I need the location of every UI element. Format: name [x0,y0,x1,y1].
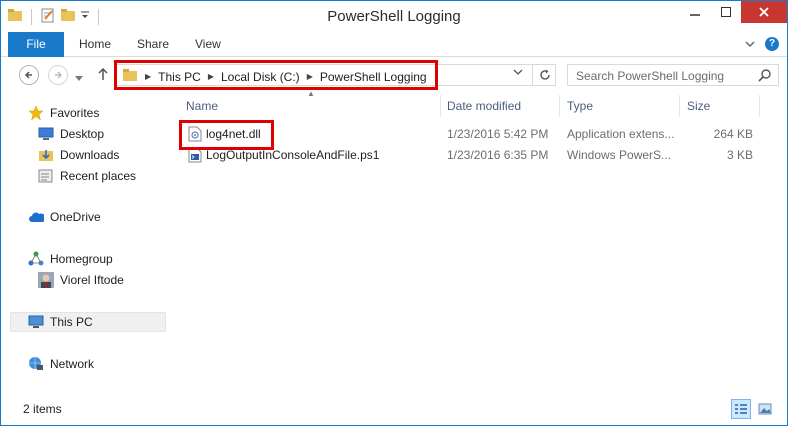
sidebar-item-label: OneDrive [50,210,101,224]
view-toggle [731,399,775,419]
column-header-size[interactable]: Size [687,97,710,119]
refresh-icon [539,69,550,80]
address-dropdown-icon[interactable] [513,68,523,78]
file-size: 3 KB [726,148,753,162]
column-header-date[interactable]: Date modified [447,97,521,119]
sidebar-item-user[interactable]: Viorel Iftode [38,270,124,290]
homegroup-icon [28,251,44,267]
desktop-icon [38,126,54,142]
tab-file[interactable]: File [8,32,64,57]
tab-share[interactable]: Share [137,32,169,57]
forward-arrow-icon [55,71,63,79]
address-highlight-box [114,60,438,90]
search-box[interactable]: Search PowerShell Logging [567,64,779,86]
search-icon[interactable] [758,68,772,85]
network-icon [28,356,44,372]
close-button[interactable] [741,1,787,23]
sidebar-item-this-pc[interactable]: This PC [10,312,166,332]
sidebar-item-label: Network [50,357,95,371]
column-header-name[interactable]: Name [186,97,218,119]
tab-home[interactable]: Home [79,32,111,57]
sidebar-item-label: Favorites [50,106,100,120]
sidebar-item-desktop[interactable]: Desktop [38,124,104,144]
sidebar-item-favorites[interactable]: Favorites [28,103,99,123]
column-divider[interactable] [679,95,680,117]
sidebar-item-label: Recent places [60,169,137,183]
forward-button[interactable] [48,65,68,85]
column-divider[interactable] [759,95,760,117]
back-button[interactable] [19,65,39,85]
help-icon[interactable]: ? [765,37,779,51]
item-count: 2 items [23,402,62,416]
column-divider[interactable] [559,95,560,117]
up-arrow-icon [98,67,108,80]
recent-places-icon [38,168,54,184]
file-size: 264 KB [713,127,753,141]
file-type: Windows PowerS... [567,148,672,162]
tab-view[interactable]: View [195,32,221,57]
sidebar-item-label: Viorel Iftode [60,273,124,287]
downloads-icon [38,147,54,163]
computer-icon [28,314,44,330]
title-bar: PowerShell Logging [1,1,787,32]
ribbon-tabs: File Home Share View ? [1,32,787,57]
recent-locations-icon[interactable] [75,71,83,85]
large-icons-view-icon [758,403,772,415]
file-date: 1/23/2016 5:42 PM [447,127,549,141]
window-controls [679,1,787,23]
file-list: ▲ Name Date modified Type Size log4net.d… [173,89,787,397]
up-button[interactable] [97,67,109,84]
minimize-button[interactable] [679,1,710,23]
sidebar-item-downloads[interactable]: Downloads [38,145,119,165]
sidebar-item-homegroup[interactable]: Homegroup [28,249,113,269]
onedrive-cloud-icon [28,209,44,225]
details-view-button[interactable] [731,399,751,419]
sidebar-item-label: This PC [50,315,93,329]
sort-ascending-icon: ▲ [307,89,315,98]
status-bar: 2 items [1,397,787,425]
sidebar-item-network[interactable]: Network [28,354,94,374]
file-date: 1/23/2016 6:35 PM [447,148,549,162]
navigation-bar: ▶ This PC ▶ Local Disk (C:) ▶ PowerShell… [1,57,787,93]
large-icons-view-button[interactable] [755,399,775,419]
refresh-button[interactable] [532,65,556,85]
star-icon [28,105,44,121]
sidebar-item-label: Desktop [60,127,105,141]
sidebar-item-onedrive[interactable]: OneDrive [28,207,101,227]
file-type: Application extens... [567,127,675,141]
sidebar-item-recent-places[interactable]: Recent places [38,166,136,186]
column-divider[interactable] [440,95,441,117]
column-header-type[interactable]: Type [567,97,593,119]
expand-ribbon-icon[interactable] [745,37,755,51]
ribbon-controls: ? [745,37,779,51]
user-avatar-icon [38,272,54,288]
details-view-icon [735,404,747,414]
explorer-window: PowerShell Logging File Home Share View … [0,0,788,426]
sidebar-item-label: Homegroup [50,252,113,266]
search-input[interactable]: Search PowerShell Logging [576,69,724,83]
back-arrow-icon [24,71,32,79]
maximize-button[interactable] [710,1,741,23]
file-name[interactable]: LogOutputInConsoleAndFile.ps1 [206,148,379,162]
window-title: PowerShell Logging [327,8,461,25]
sidebar-item-label: Downloads [60,148,120,162]
filename-highlight-box [179,120,274,150]
navigation-pane: Favorites Desktop Downloads Recent place… [1,93,173,397]
